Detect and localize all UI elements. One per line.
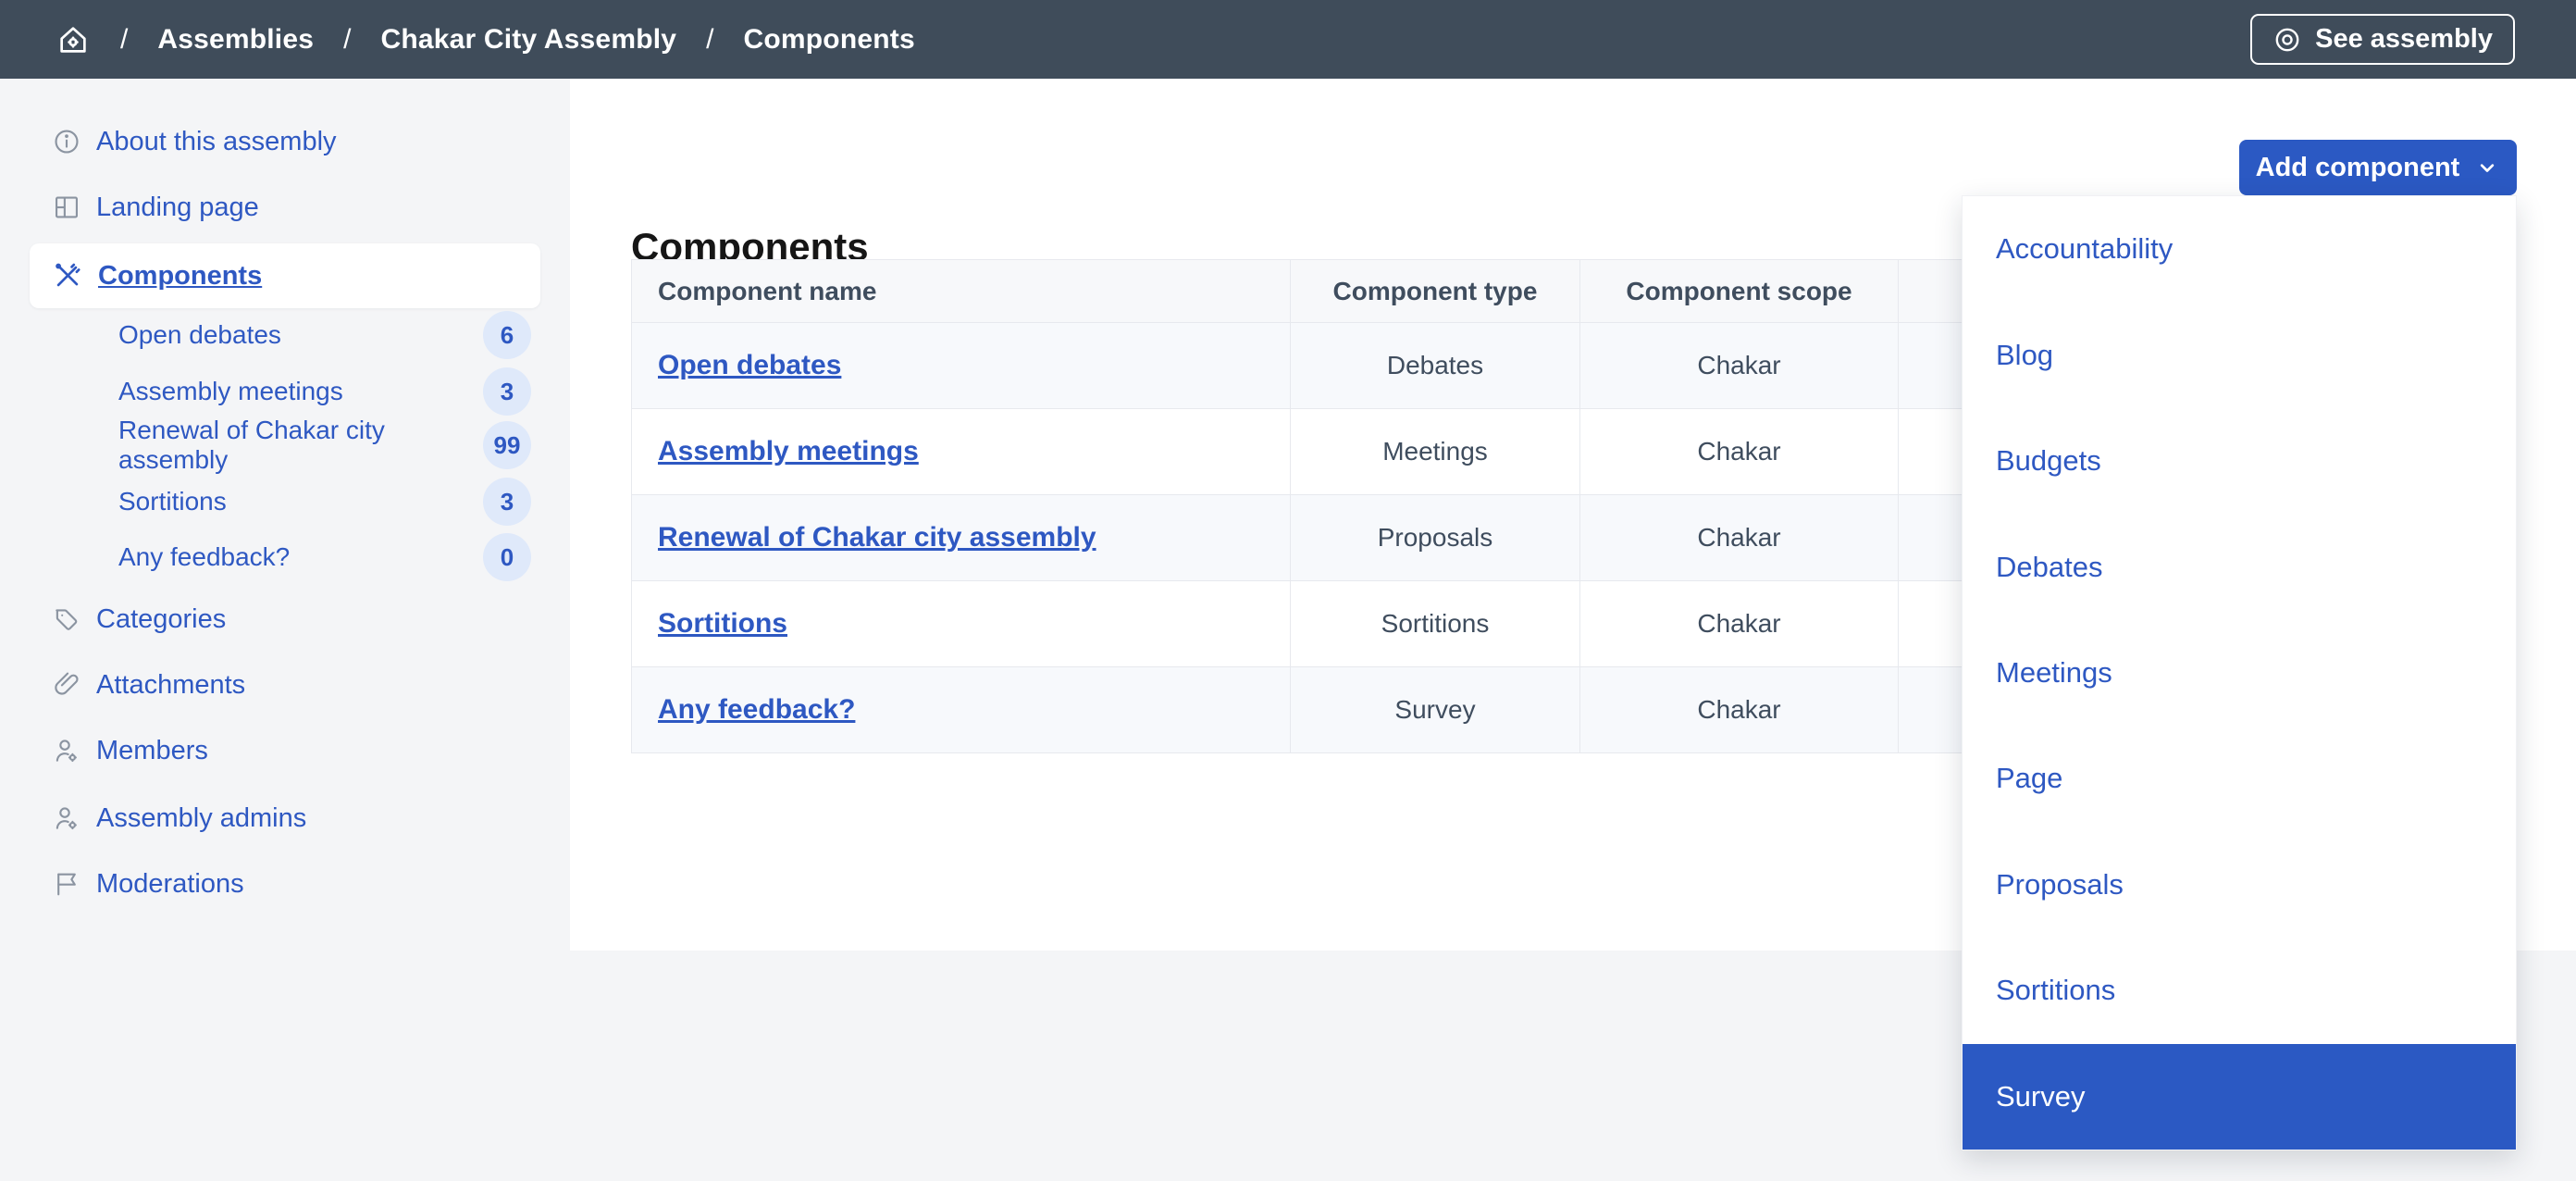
sidebar-item-label: Categories (96, 603, 227, 634)
breadcrumb-separator: / (706, 23, 714, 55)
sidebar-item-label: Components (98, 260, 263, 291)
dropdown-item-survey[interactable]: Survey (1963, 1043, 2516, 1150)
eye-icon (2273, 25, 2302, 55)
sidebar-item-assembly-admins[interactable]: Assembly admins (0, 794, 570, 842)
add-component-dropdown: Accountability Blog Budgets Debates Meet… (1962, 195, 2517, 1150)
dropdown-item-budgets[interactable]: Budgets (1963, 408, 2516, 514)
dropdown-item-proposals[interactable]: Proposals (1963, 832, 2516, 938)
sidebar-item-label: Moderations (96, 868, 244, 899)
dropdown-item-accountability[interactable]: Accountability (1963, 196, 2516, 302)
topbar: / Assemblies / Chakar City Assembly / Co… (0, 0, 2576, 79)
component-type: Debates (1291, 323, 1580, 409)
component-type: Proposals (1291, 495, 1580, 581)
user-gear-icon (52, 803, 96, 833)
count-badge: 6 (483, 311, 531, 359)
dropdown-item-sortitions[interactable]: Sortitions (1963, 938, 2516, 1043)
column-header-component-name: Component name (632, 260, 1291, 323)
column-header-component-scope: Component scope (1580, 260, 1899, 323)
breadcrumb-components[interactable]: Components (744, 24, 915, 56)
see-assembly-label: See assembly (2315, 24, 2493, 54)
count-badge: 3 (483, 367, 531, 416)
component-scope: Chakar (1580, 667, 1899, 753)
component-scope: Chakar (1580, 495, 1899, 581)
sidebar-subitem-label: Sortitions (118, 487, 227, 516)
tag-icon (52, 604, 96, 634)
breadcrumb-separator: / (120, 23, 129, 55)
sidebar-subitem-any-feedback[interactable]: Any feedback? 0 (0, 533, 570, 581)
paperclip-icon (52, 670, 96, 700)
component-name-link[interactable]: Open debates (658, 350, 841, 381)
component-scope: Chakar (1580, 581, 1899, 667)
sidebar-item-about[interactable]: About this assembly (0, 118, 570, 166)
flag-icon (52, 869, 96, 899)
count-badge: 0 (483, 533, 531, 581)
user-gear-icon (52, 736, 96, 765)
dropdown-item-blog[interactable]: Blog (1963, 302, 2516, 407)
component-type: Sortitions (1291, 581, 1580, 667)
sidebar: About this assembly Landing page Compone… (0, 79, 570, 1181)
tools-icon (52, 260, 98, 292)
sidebar-item-label: Landing page (96, 192, 259, 222)
component-type: Meetings (1291, 409, 1580, 495)
component-scope: Chakar (1580, 323, 1899, 409)
sidebar-subitem-label: Assembly meetings (118, 377, 343, 405)
dropdown-item-meetings[interactable]: Meetings (1963, 620, 2516, 726)
sidebar-item-moderations[interactable]: Moderations (0, 860, 570, 908)
home-icon (56, 22, 91, 57)
breadcrumb-assemblies[interactable]: Assemblies (157, 24, 314, 56)
info-icon (52, 127, 96, 156)
sidebar-item-label: About this assembly (96, 126, 337, 156)
component-name-link[interactable]: Sortitions (658, 608, 787, 640)
sidebar-subitem-label: Renewal of Chakar city assembly (118, 416, 385, 474)
sidebar-item-landing-page[interactable]: Landing page (0, 183, 570, 231)
component-name-link[interactable]: Assembly meetings (658, 436, 919, 467)
home-breadcrumb-link[interactable] (56, 22, 91, 57)
sidebar-item-attachments[interactable]: Attachments (0, 661, 570, 709)
component-scope: Chakar (1580, 409, 1899, 495)
sidebar-item-members[interactable]: Members (0, 727, 570, 775)
sidebar-item-categories[interactable]: Categories (0, 595, 570, 643)
sidebar-subitem-sortitions[interactable]: Sortitions 3 (0, 478, 570, 526)
count-badge: 99 (483, 421, 531, 469)
column-header-component-type: Component type (1291, 260, 1580, 323)
component-name-link[interactable]: Any feedback? (658, 694, 855, 726)
sidebar-subitem-label: Open debates (118, 320, 281, 349)
add-component-label: Add component (2255, 152, 2460, 182)
sidebar-subitem-renewal[interactable]: Renewal of Chakar city assembly 99 (0, 416, 570, 474)
breadcrumb-assembly-name[interactable]: Chakar City Assembly (380, 24, 676, 56)
dropdown-item-debates[interactable]: Debates (1963, 514, 2516, 619)
add-component-button[interactable]: Add component (2239, 140, 2517, 195)
count-badge: 3 (483, 478, 531, 526)
layout-icon (52, 193, 96, 222)
chevron-down-icon (2474, 155, 2500, 180)
see-assembly-button[interactable]: See assembly (2250, 14, 2515, 65)
sidebar-item-components[interactable]: Components (30, 243, 540, 308)
component-type: Survey (1291, 667, 1580, 753)
sidebar-subitem-open-debates[interactable]: Open debates 6 (0, 311, 570, 359)
breadcrumb-separator: / (343, 23, 352, 55)
sidebar-item-label: Members (96, 735, 208, 765)
sidebar-subitem-assembly-meetings[interactable]: Assembly meetings 3 (0, 367, 570, 416)
sidebar-subitem-label: Any feedback? (118, 542, 291, 571)
sidebar-item-label: Attachments (96, 669, 246, 700)
component-name-link[interactable]: Renewal of Chakar city assembly (658, 522, 1096, 553)
sidebar-item-label: Assembly admins (96, 802, 307, 833)
dropdown-item-page[interactable]: Page (1963, 726, 2516, 831)
